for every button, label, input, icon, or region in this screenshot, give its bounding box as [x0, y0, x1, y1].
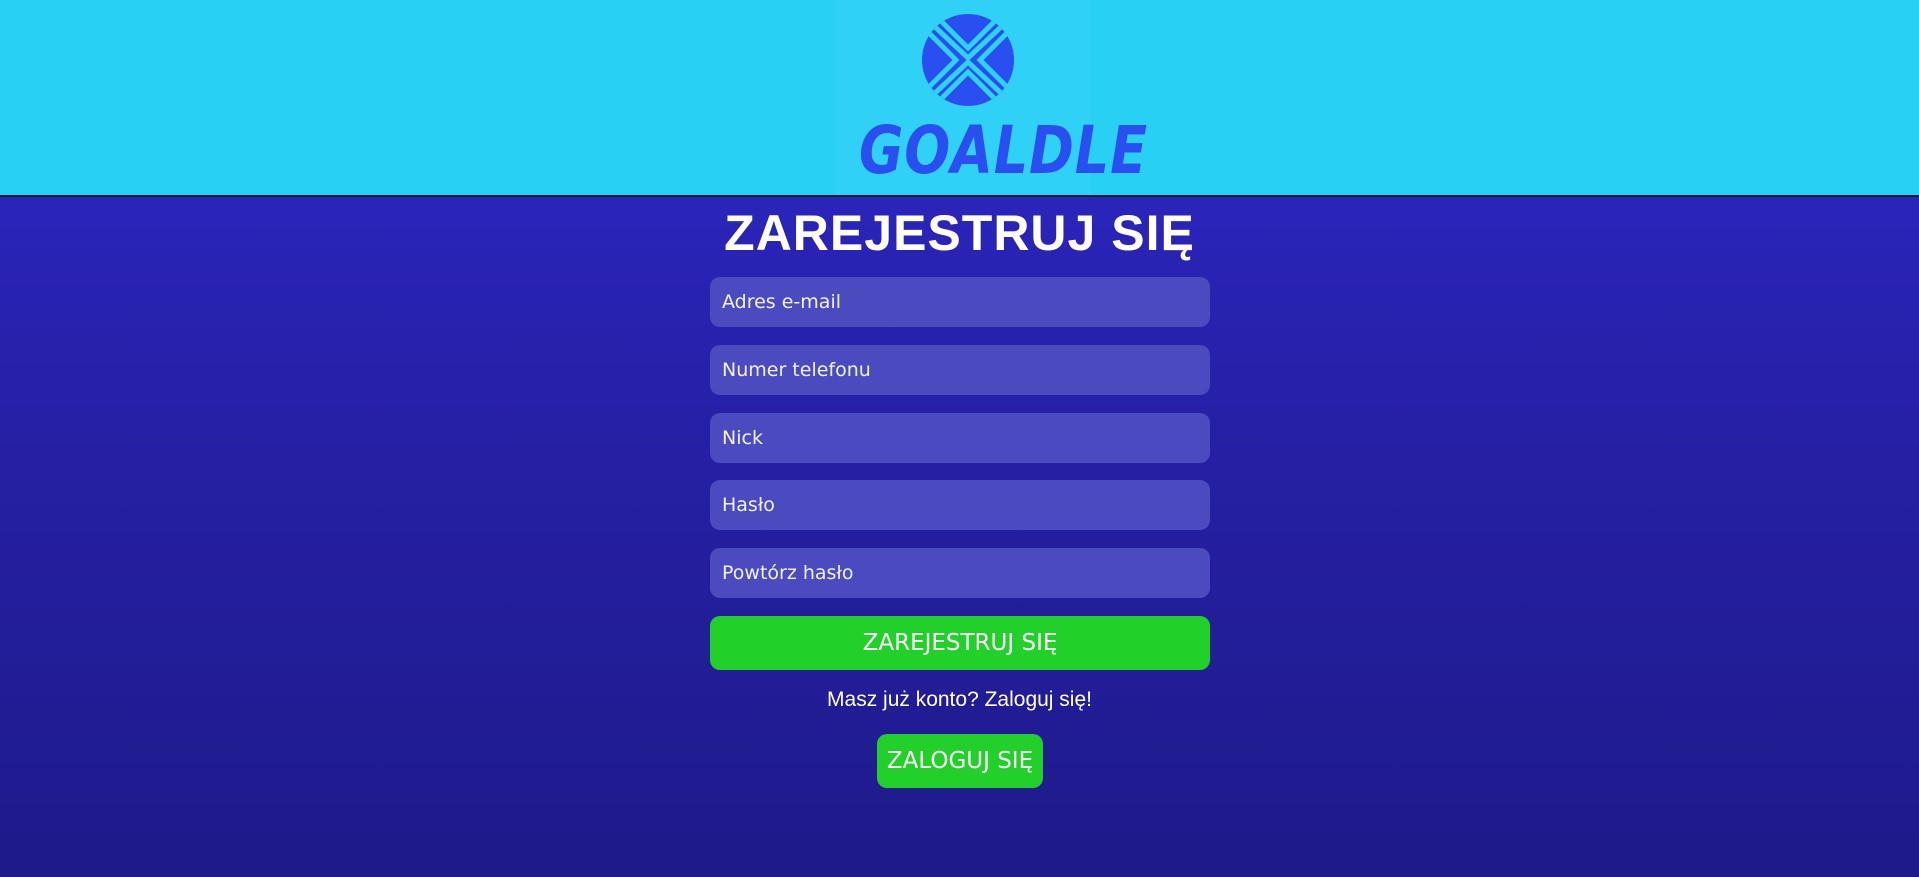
- page-header: GOALDLE: [0, 0, 1919, 197]
- repeat-password-field[interactable]: [710, 548, 1210, 598]
- goaldle-logo: GOALDLE: [836, 0, 1148, 195]
- password-field[interactable]: [710, 480, 1210, 530]
- email-field[interactable]: [710, 277, 1210, 327]
- logo-emblem-icon: [922, 14, 1014, 106]
- logo-wordmark: GOALDLE: [858, 112, 1148, 189]
- nick-field[interactable]: [710, 413, 1210, 463]
- page-title: ZAREJESTRUJ SIĘ: [724, 205, 1195, 261]
- register-button[interactable]: ZAREJESTRUJ SIĘ: [710, 616, 1210, 670]
- phone-field[interactable]: [710, 345, 1210, 395]
- login-hint-text: Masz już konto? Zaloguj się!: [827, 688, 1092, 711]
- login-button[interactable]: ZALOGUJ SIĘ: [877, 734, 1043, 788]
